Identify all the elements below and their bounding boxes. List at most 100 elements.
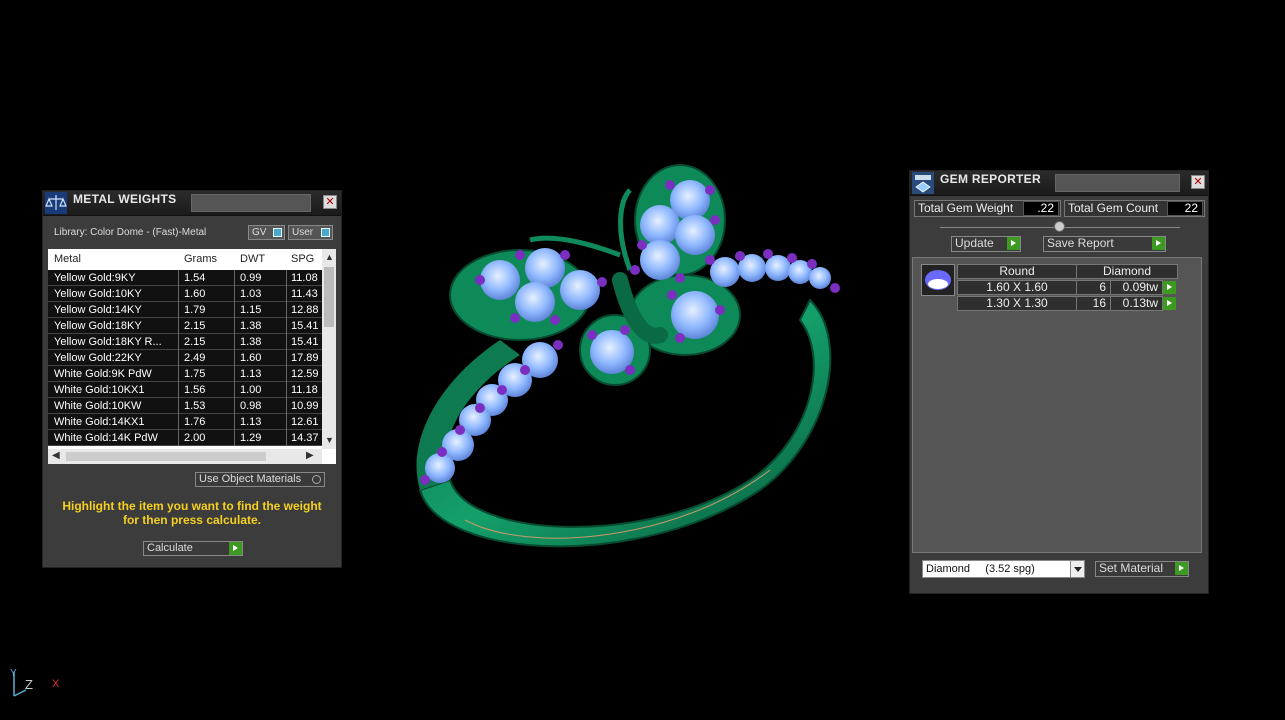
cell-spg: 14.37 (291, 432, 319, 444)
set-material-button[interactable]: Set Material (1095, 561, 1189, 577)
total-gem-count-value: 22 (1167, 201, 1203, 216)
table-row[interactable]: White Gold:14KX1 1.76 1.13 12.61 (48, 414, 322, 430)
diamond-shape-icon (925, 270, 951, 290)
table-row[interactable]: White Gold:10KX1 1.56 1.00 11.18 (48, 382, 322, 398)
table-row[interactable]: White Gold:9K PdW 1.75 1.13 12.59 (48, 366, 322, 382)
gem-cell-count: 6 (1076, 280, 1111, 295)
scroll-left-icon[interactable]: ◀ (52, 450, 60, 461)
user-toggle[interactable]: User (288, 225, 333, 240)
set-material-label: Set Material (1099, 561, 1164, 575)
title-grip[interactable] (1055, 174, 1180, 192)
update-label: Update (955, 236, 994, 250)
cell-spg: 17.89 (291, 352, 319, 364)
axis-x-label: X (52, 678, 60, 690)
col-header-spg[interactable]: SPG (291, 251, 322, 267)
cell-dwt: 1.13 (240, 368, 262, 380)
scroll-hthumb[interactable] (66, 452, 266, 461)
col-header-dwt[interactable]: DWT (240, 251, 285, 267)
cell-metal: Yellow Gold:18KY (54, 320, 142, 332)
column-divider (234, 430, 235, 446)
gem-reporter-titlebar[interactable]: GEM REPORTER ✕ (910, 171, 1208, 196)
column-divider (286, 302, 287, 318)
cell-spg: 12.88 (291, 304, 319, 316)
cell-metal: Yellow Gold:22KY (54, 352, 142, 364)
play-arrow-icon (1007, 237, 1020, 250)
metal-weights-titlebar[interactable]: METAL WEIGHTS ✕ (43, 191, 341, 216)
column-divider (286, 318, 287, 334)
table-row[interactable]: White Gold:14K PdW 2.00 1.29 14.37 (48, 430, 322, 446)
column-divider (178, 286, 179, 302)
scroll-down-icon[interactable]: ▼ (325, 435, 334, 445)
cell-spg: 11.43 (291, 288, 318, 300)
update-button[interactable]: Update (951, 236, 1021, 252)
save-report-button[interactable]: Save Report (1043, 236, 1166, 252)
column-divider (234, 286, 235, 302)
cell-grams: 1.76 (184, 416, 206, 428)
cell-metal: Yellow Gold:9KY (54, 272, 136, 284)
gem-cell-weight: 0.13tw (1110, 296, 1163, 311)
play-arrow-icon (1152, 237, 1165, 250)
scroll-up-icon[interactable]: ▲ (325, 252, 334, 262)
gem-header-material: Diamond (1076, 264, 1178, 279)
gv-toggle[interactable]: GV (248, 225, 285, 240)
calculate-button[interactable]: Calculate (143, 541, 243, 556)
scroll-thumb[interactable] (324, 267, 334, 327)
gem-cell-size: 1.60 X 1.60 (957, 280, 1077, 295)
cell-metal: White Gold:14KX1 (54, 416, 145, 428)
select-gem-arrow-icon[interactable] (1163, 281, 1176, 294)
gem-reporter-title: GEM REPORTER (940, 172, 1041, 186)
table-row[interactable]: Yellow Gold:9KY 1.54 0.99 11.08 (48, 270, 322, 286)
user-label: User (292, 227, 314, 238)
cell-dwt: 1.13 (240, 416, 262, 428)
cell-dwt: 1.38 (240, 336, 262, 348)
radio-icon (312, 475, 321, 484)
column-divider (234, 350, 235, 366)
use-object-materials-toggle[interactable]: Use Object Materials (195, 472, 325, 487)
column-divider (286, 430, 287, 446)
column-divider (178, 302, 179, 318)
cell-spg: 15.41 (291, 336, 319, 348)
column-divider (286, 334, 287, 350)
cell-dwt: 1.60 (240, 352, 262, 364)
horizontal-scrollbar[interactable]: ◀ ▶ (48, 449, 322, 464)
metal-weights-title: METAL WEIGHTS (73, 192, 177, 206)
table-row[interactable]: Yellow Gold:18KY R... 2.15 1.38 15.41 (48, 334, 322, 350)
cell-metal: Yellow Gold:10KY (54, 288, 142, 300)
col-header-grams[interactable]: Grams (184, 251, 234, 267)
cell-grams: 2.00 (184, 432, 206, 444)
chevron-down-icon[interactable] (1070, 561, 1084, 577)
material-select[interactable]: Diamond (3.52 spg) (922, 560, 1085, 578)
cell-grams: 2.49 (184, 352, 206, 364)
close-icon[interactable]: ✕ (323, 195, 337, 209)
table-row[interactable]: Yellow Gold:18KY 2.15 1.38 15.41 (48, 318, 322, 334)
cell-grams: 1.56 (184, 384, 206, 396)
column-divider (234, 334, 235, 350)
cell-grams: 1.60 (184, 288, 206, 300)
cell-grams: 1.79 (184, 304, 206, 316)
cell-dwt: 1.00 (240, 384, 262, 396)
table-row[interactable]: Yellow Gold:10KY 1.60 1.03 11.43 (48, 286, 322, 302)
cell-spg: 15.41 (291, 320, 319, 332)
table-row[interactable]: Yellow Gold:14KY 1.79 1.15 12.88 (48, 302, 322, 318)
cell-grams: 1.75 (184, 368, 206, 380)
axis-y-label: Y (10, 668, 17, 679)
column-divider (178, 270, 179, 286)
select-gem-arrow-icon[interactable] (1163, 297, 1176, 310)
cell-dwt: 0.98 (240, 400, 262, 412)
column-divider (286, 286, 287, 302)
table-row[interactable]: White Gold:10KW 1.53 0.98 10.99 (48, 398, 322, 414)
calculate-label: Calculate (147, 542, 193, 554)
vertical-scrollbar[interactable]: ▲ ▼ (322, 249, 336, 449)
gem-cell-count: 16 (1076, 296, 1111, 311)
axis-gizmo: Y Z X (8, 668, 68, 704)
ring-render (416, 164, 840, 548)
scroll-right-icon[interactable]: ▶ (306, 450, 314, 461)
col-header-metal[interactable]: Metal (54, 251, 174, 267)
table-row[interactable]: Yellow Gold:22KY 2.49 1.60 17.89 (48, 350, 322, 366)
table-header: Metal Grams DWT SPG (48, 251, 322, 267)
splitter-handle-icon[interactable] (1054, 221, 1065, 232)
close-icon[interactable]: ✕ (1191, 175, 1205, 189)
use-object-materials-label: Use Object Materials (199, 473, 302, 485)
title-grip[interactable] (191, 194, 311, 212)
column-divider (234, 270, 235, 286)
